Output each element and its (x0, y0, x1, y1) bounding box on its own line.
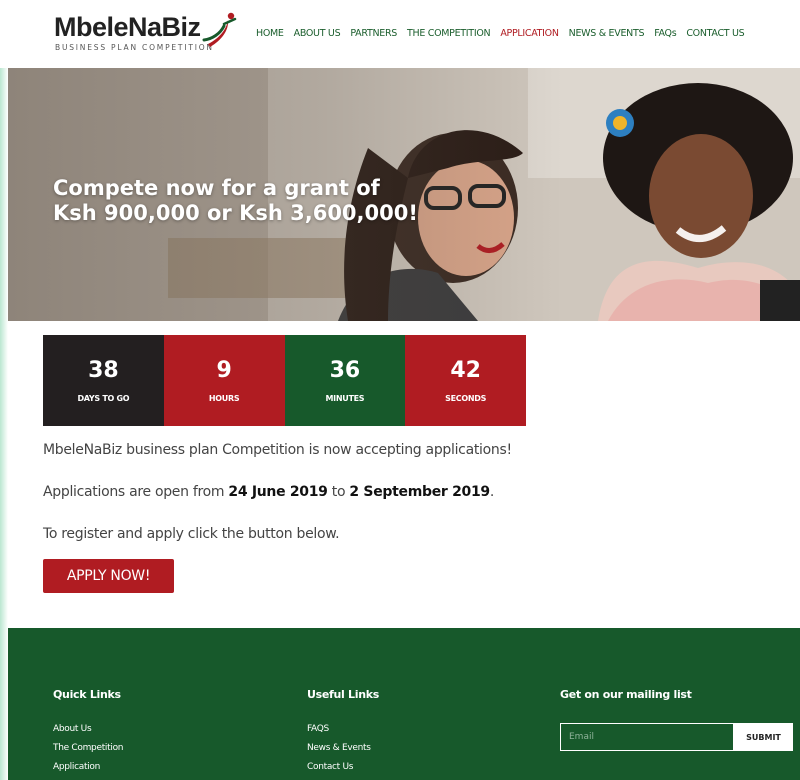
countdown-hours: 9 HOURS (163, 335, 285, 426)
nav-the-competition[interactable]: THE COMPETITION (407, 28, 491, 39)
intro-text: MbeleNaBiz business plan Competition is … (43, 442, 512, 458)
countdown-days-value: 38 (88, 357, 119, 383)
mailing-list-title: Get on our mailing list (560, 688, 692, 701)
footer-link-faqs[interactable]: FAQS (307, 724, 329, 734)
nav-faqs[interactable]: FAQs (654, 28, 676, 39)
email-input[interactable] (560, 723, 734, 751)
site-logo[interactable]: MbeleNaBiz BUSINESS PLAN COMPETITION (54, 10, 239, 58)
quick-links-title: Quick Links (53, 688, 121, 701)
countdown-days-label: DAYS TO GO (77, 393, 130, 403)
site-header: MbeleNaBiz BUSINESS PLAN COMPETITION HOM… (0, 0, 800, 68)
countdown-minutes: 36 MINUTES (284, 335, 406, 426)
apply-now-button[interactable]: APPLY NOW! (43, 559, 174, 593)
footer-link-application[interactable]: Application (53, 762, 100, 772)
countdown-minutes-value: 36 (329, 357, 361, 383)
countdown-minutes-label: MINUTES (325, 393, 365, 403)
date-start: 24 June 2019 (228, 484, 328, 500)
site-footer: Quick Links About Us The Competition App… (8, 628, 800, 780)
nav-home[interactable]: HOME (256, 28, 284, 39)
footer-link-the-competition[interactable]: The Competition (53, 743, 123, 753)
nav-application[interactable]: APPLICATION (500, 28, 559, 39)
countdown-hours-value: 9 (216, 357, 232, 383)
countdown-seconds-value: 42 (450, 357, 481, 383)
date-end: 2 September 2019 (349, 484, 490, 500)
submit-button[interactable]: SUBMIT (734, 723, 793, 751)
countdown-days: 38 DAYS TO GO (43, 335, 164, 426)
register-instructions: To register and apply click the button b… (43, 526, 340, 542)
nav-about-us[interactable]: ABOUT US (294, 28, 341, 39)
application-dates-text: Applications are open from 24 June 2019 … (43, 484, 494, 500)
left-edge-glow (0, 60, 8, 780)
hero-headline: Compete now for a grant of Ksh 900,000 o… (53, 176, 418, 226)
hero-headline-line2: Ksh 900,000 or Ksh 3,600,000! (53, 201, 418, 225)
useful-links-title: Useful Links (307, 688, 380, 701)
dates-mid: to (327, 484, 350, 500)
footer-link-news-events[interactable]: News & Events (307, 743, 371, 753)
countdown-hours-label: HOURS (208, 393, 240, 403)
runner-swoosh-icon (202, 12, 237, 47)
hero-headline-line1: Compete now for a grant of (53, 176, 380, 200)
countdown-seconds: 42 SECONDS (405, 335, 526, 426)
footer-link-contact-us[interactable]: Contact Us (307, 762, 353, 772)
nav-news-events[interactable]: NEWS & EVENTS (569, 28, 645, 39)
countdown-timer: 38 DAYS TO GO 9 HOURS 36 MINUTES 42 SECO… (43, 335, 526, 426)
nav-partners[interactable]: PARTNERS (350, 28, 397, 39)
dates-prefix: Applications are open from (43, 484, 229, 500)
nav-contact-us[interactable]: CONTACT US (686, 28, 744, 39)
main-nav: HOME ABOUT US PARTNERS THE COMPETITION A… (256, 28, 754, 39)
logo-wordmark: MbeleNaBiz (54, 12, 201, 42)
hero-banner: Compete now for a grant of Ksh 900,000 o… (8, 68, 800, 321)
countdown-seconds-label: SECONDS (445, 393, 487, 403)
dates-suffix: . (489, 484, 494, 500)
logo-tagline: BUSINESS PLAN COMPETITION (55, 43, 214, 52)
footer-link-about-us[interactable]: About Us (53, 724, 92, 734)
